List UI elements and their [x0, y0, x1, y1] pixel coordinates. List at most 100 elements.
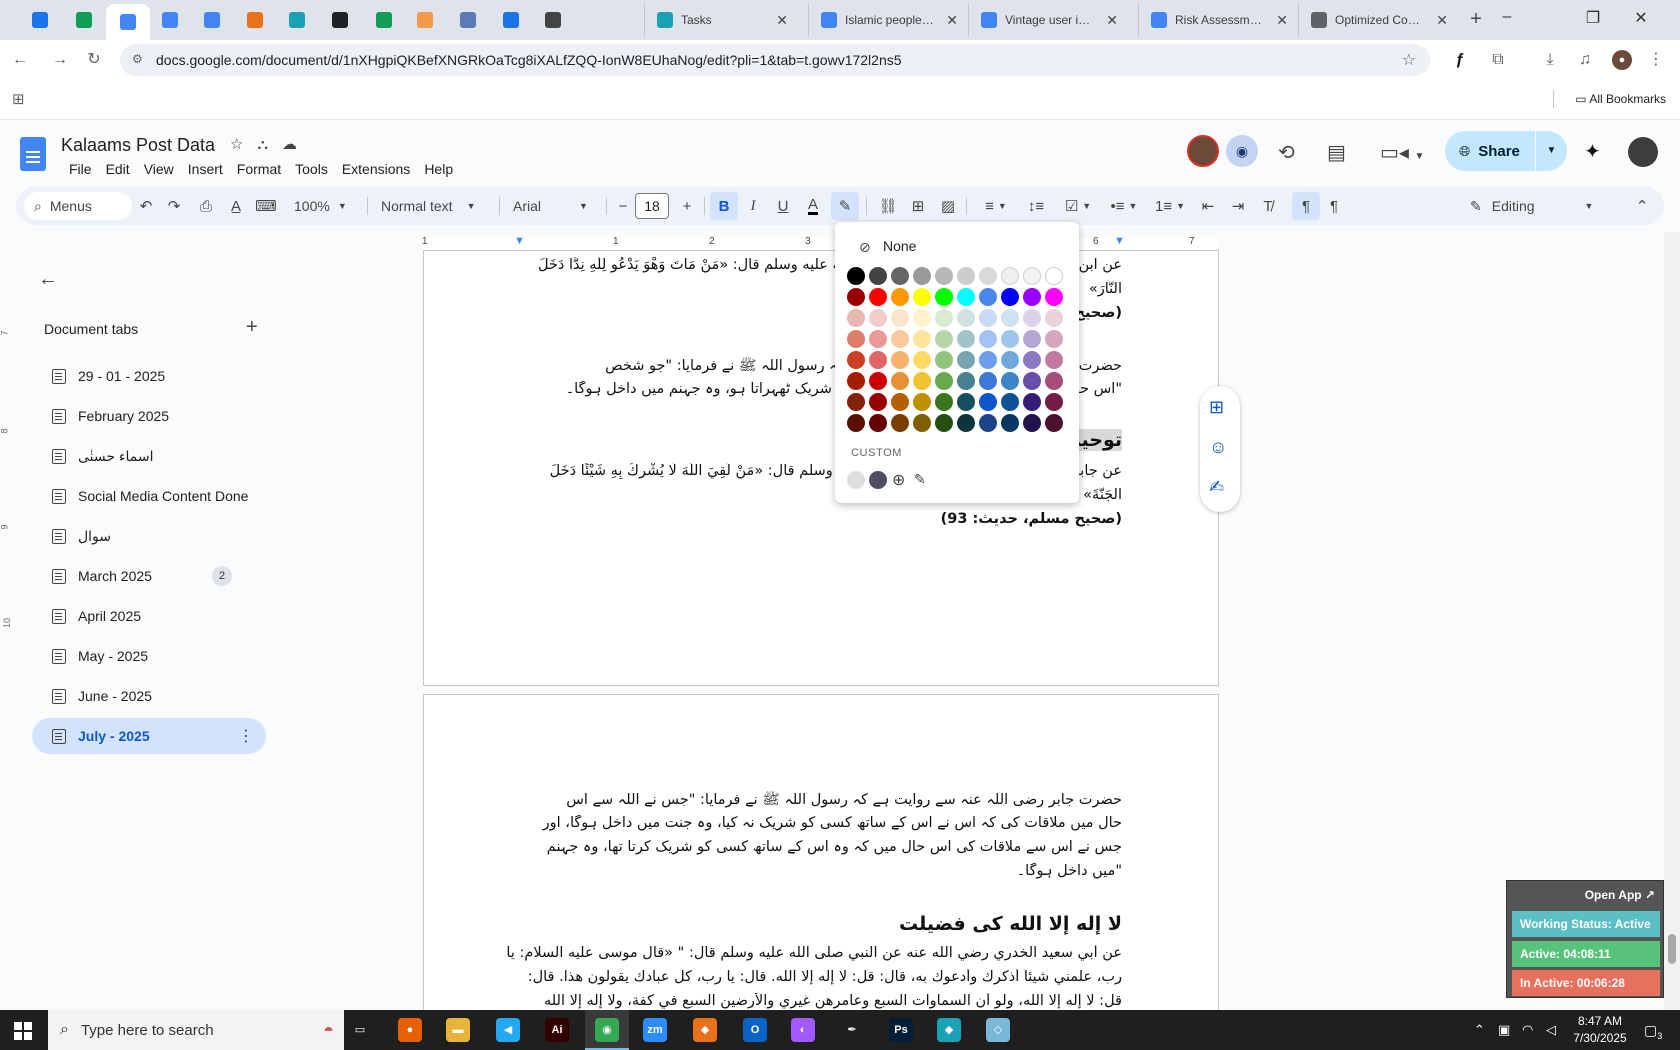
- document-title[interactable]: Kalaams Post Data: [61, 135, 215, 156]
- pinned-tab[interactable]: [64, 4, 104, 36]
- decrease-indent-icon[interactable]: ⇤: [1196, 187, 1220, 225]
- color-swatch[interactable]: [869, 267, 887, 285]
- menu-tools[interactable]: Tools: [288, 159, 335, 179]
- wifi-icon[interactable]: ◠: [1522, 1022, 1533, 1038]
- taskbar-clock[interactable]: 8:47 AM 7/30/2025: [1568, 1013, 1632, 1047]
- color-swatch[interactable]: [913, 393, 931, 411]
- color-swatch[interactable]: [913, 414, 931, 432]
- bulleted-list-button[interactable]: •≡ ▼: [1102, 187, 1146, 225]
- color-swatch[interactable]: [847, 393, 865, 411]
- text-color-button[interactable]: A: [801, 187, 825, 225]
- eyedropper-icon[interactable]: ✎: [914, 471, 926, 488]
- browser-tab[interactable]: Risk Assessment ✕: [1138, 4, 1298, 36]
- color-swatch[interactable]: [869, 330, 887, 348]
- back-arrow-icon[interactable]: ←: [10, 50, 30, 70]
- inkscape-icon[interactable]: ✒: [840, 1018, 864, 1042]
- color-swatch[interactable]: [935, 372, 953, 390]
- page1-line-8[interactable]: (صحيح مسلم، حديث: 93): [502, 511, 1122, 527]
- close-tab-icon[interactable]: ✕: [776, 12, 788, 29]
- color-swatch[interactable]: [979, 393, 997, 411]
- color-swatch[interactable]: [935, 330, 953, 348]
- color-swatch[interactable]: [1023, 288, 1041, 306]
- color-swatch[interactable]: [1023, 267, 1041, 285]
- color-swatch[interactable]: [891, 351, 909, 369]
- color-swatch[interactable]: [1023, 309, 1041, 327]
- zoom-icon[interactable]: zm: [643, 1018, 667, 1042]
- document-tab-item[interactable]: اسماء حسنٰی: [32, 438, 266, 474]
- color-swatch[interactable]: [847, 330, 865, 348]
- network-icon[interactable]: ▣: [1498, 1022, 1510, 1038]
- scrollbar-thumb[interactable]: [1668, 934, 1676, 964]
- forward-arrow-icon[interactable]: →: [50, 50, 70, 70]
- ltr-direction-icon[interactable]: ¶: [1292, 192, 1320, 220]
- vertical-ruler[interactable]: 7 8 9 10: [0, 250, 15, 1010]
- add-tab-icon[interactable]: +: [246, 316, 258, 339]
- document-tab-item[interactable]: February 2025: [32, 398, 266, 434]
- search-menus-button[interactable]: ⌕ Menus: [24, 192, 132, 220]
- outlook-icon[interactable]: O: [743, 1018, 767, 1042]
- cloud-status-icon[interactable]: ☁: [282, 136, 311, 153]
- color-swatch[interactable]: [891, 267, 909, 285]
- restore-window-button[interactable]: ❐: [1570, 8, 1616, 28]
- profile-avatar-icon[interactable]: ●: [1612, 50, 1632, 70]
- illustrator-icon[interactable]: Ai: [545, 1018, 569, 1042]
- add-comment-icon[interactable]: ⊞: [1209, 397, 1224, 418]
- underline-button[interactable]: U: [771, 187, 795, 225]
- document-tab-item[interactable]: July - 2025 ⋮: [32, 718, 266, 754]
- color-swatch[interactable]: [957, 351, 975, 369]
- font-family-select[interactable]: Arial ▼: [513, 187, 588, 225]
- spellcheck-icon[interactable]: A̲: [224, 187, 248, 225]
- document-tab-item[interactable]: Social Media Content Done: [32, 478, 266, 514]
- page2-para2-line[interactable]: رب، علمني شيئاً أذكرك وأدعوك به، قال: قل…: [502, 969, 1122, 985]
- insert-image-icon[interactable]: ▨: [936, 187, 960, 225]
- color-swatch[interactable]: [847, 267, 865, 285]
- address-bar[interactable]: ⚙ docs.google.com/document/d/1nXHgpiQKBe…: [120, 44, 1430, 76]
- clear-formatting-icon[interactable]: T̸: [1256, 187, 1280, 225]
- browser-tab[interactable]: Tasks ✕: [644, 4, 798, 36]
- add-comment-icon[interactable]: ⊞: [906, 187, 930, 225]
- color-swatch[interactable]: [979, 330, 997, 348]
- color-swatch[interactable]: [891, 288, 909, 306]
- move-folder-icon[interactable]: ⛬: [257, 136, 282, 153]
- close-tab-icon[interactable]: ✕: [1276, 12, 1288, 29]
- firefox-icon[interactable]: ●: [398, 1018, 422, 1042]
- download-icon[interactable]: ⤓: [1540, 50, 1560, 70]
- color-swatch[interactable]: [935, 351, 953, 369]
- browser-tab[interactable]: Islamic people an ✕: [808, 4, 968, 36]
- color-swatch[interactable]: [957, 330, 975, 348]
- color-swatch[interactable]: [957, 414, 975, 432]
- share-dropdown-icon[interactable]: ▼: [1535, 131, 1567, 171]
- left-indent-marker-icon[interactable]: ▼: [514, 235, 525, 247]
- account-avatar[interactable]: [1628, 137, 1658, 167]
- color-swatch[interactable]: [1045, 288, 1063, 306]
- comments-icon[interactable]: ▤: [1327, 140, 1346, 165]
- page2-para2-line[interactable]: عن أبي سعيد الخدري رضي الله عنه عن النبي…: [502, 945, 1122, 961]
- color-swatch[interactable]: [1001, 309, 1019, 327]
- page2-para1-line[interactable]: "میں داخل ہوگا۔: [502, 863, 1122, 879]
- color-swatch[interactable]: [869, 288, 887, 306]
- color-swatch[interactable]: [957, 288, 975, 306]
- add-custom-color-icon[interactable]: ⊕: [892, 470, 905, 490]
- color-swatch[interactable]: [847, 351, 865, 369]
- close-tab-icon[interactable]: ✕: [1106, 12, 1118, 29]
- pinned-tab[interactable]: [20, 4, 60, 36]
- right-indent-marker-icon[interactable]: ▼: [1114, 235, 1125, 247]
- color-swatch[interactable]: [979, 351, 997, 369]
- chrome-icon[interactable]: ◉: [595, 1018, 619, 1042]
- italic-button[interactable]: I: [741, 187, 765, 225]
- redo-icon[interactable]: ↷: [162, 187, 186, 225]
- page2-para1-line[interactable]: حال میں ملاقات کی کہ اس نے اس کے ساتھ کس…: [502, 815, 1122, 831]
- pinned-tab[interactable]: [320, 4, 360, 36]
- paragraph-style-select[interactable]: Normal text ▼: [381, 187, 476, 225]
- color-swatch[interactable]: [1023, 393, 1041, 411]
- document-tab-item[interactable]: June - 2025: [32, 678, 266, 714]
- color-swatch[interactable]: [891, 330, 909, 348]
- collaborator-avatar[interactable]: [1187, 135, 1219, 167]
- document-tab-item[interactable]: 29 - 01 - 2025: [32, 358, 266, 394]
- apps-grid-icon[interactable]: ⊞: [12, 90, 25, 108]
- close-tab-icon[interactable]: ✕: [946, 12, 958, 29]
- color-swatch[interactable]: [847, 372, 865, 390]
- highlight-color-button[interactable]: ✎: [831, 192, 859, 220]
- app-icon[interactable]: ◆: [937, 1018, 961, 1042]
- undo-icon[interactable]: ↶: [134, 187, 158, 225]
